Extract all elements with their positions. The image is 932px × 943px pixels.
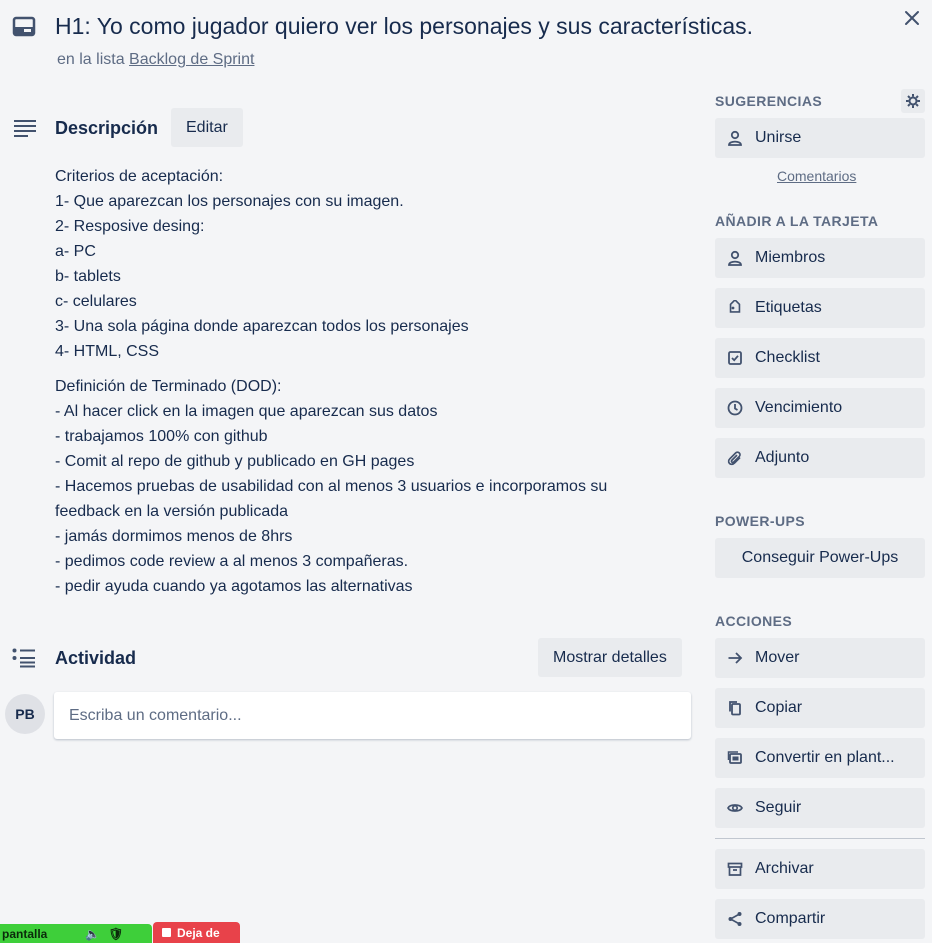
move-label: Mover <box>755 649 800 666</box>
list-link[interactable]: Backlog de Sprint <box>129 51 254 68</box>
edit-description-button[interactable]: Editar <box>171 108 243 147</box>
attachment-button[interactable]: Adjunto <box>715 438 925 478</box>
description-line: c- celulares <box>55 293 137 310</box>
description-line: 1- Que aparezcan los personajes con su i… <box>55 193 404 210</box>
join-label: Unirse <box>755 129 802 146</box>
share-label: Compartir <box>755 910 826 927</box>
clock-icon <box>727 400 743 416</box>
stop-icon <box>162 928 171 937</box>
description-line: 3- Una sola página donde aparezcan todos… <box>55 318 469 335</box>
share-icon <box>727 911 743 927</box>
watch-button[interactable]: Seguir <box>715 788 925 828</box>
description-line: - Comit al repo de github y publicado en… <box>55 453 415 470</box>
due-date-label: Vencimiento <box>755 399 843 416</box>
description-icon <box>13 118 37 138</box>
due-date-button[interactable]: Vencimiento <box>715 388 925 428</box>
card-title[interactable]: H1: Yo como jugador quiero ver los perso… <box>55 13 753 40</box>
share-button[interactable]: Compartir <box>715 899 925 939</box>
description-line: b- tablets <box>55 268 121 285</box>
show-details-button[interactable]: Mostrar detalles <box>538 638 682 677</box>
labels-label: Etiquetas <box>755 299 822 316</box>
description-heading: Descripción <box>55 118 159 138</box>
archive-button[interactable]: Archivar <box>715 849 925 889</box>
description-line: a- PC <box>55 243 96 260</box>
screen-share-status: pantalla <box>2 926 48 941</box>
powerups-heading: POWER-UPS <box>715 513 805 529</box>
description-line: - trabajamos 100% con github <box>55 428 268 445</box>
get-powerups-button[interactable]: Conseguir Power-Ups <box>715 538 925 578</box>
actions-divider <box>715 838 925 839</box>
activity-heading: Actividad <box>55 648 137 668</box>
gear-icon[interactable] <box>901 89 925 113</box>
comment-input[interactable]: Escriba un comentario... <box>54 692 691 739</box>
screen-share-bar: pantalla 🔈 🛡 <box>0 924 152 943</box>
join-button[interactable]: Unirse <box>715 118 925 158</box>
attachment-label: Adjunto <box>755 449 810 466</box>
avatar[interactable]: PB <box>5 694 45 734</box>
add-to-card-heading: AÑADIR A LA TARJETA <box>715 213 879 229</box>
labels-button[interactable]: Etiquetas <box>715 288 925 328</box>
move-button[interactable]: Mover <box>715 638 925 678</box>
speaker-icon[interactable]: 🔈 <box>85 927 100 941</box>
members-label: Miembros <box>755 249 826 266</box>
tag-icon <box>727 300 743 316</box>
checklist-button[interactable]: Checklist <box>715 338 925 378</box>
paperclip-icon <box>727 450 743 466</box>
description-paragraph: Criterios de aceptación: 1- Que aparezcan… <box>55 164 675 364</box>
copy-button[interactable]: Copiar <box>715 688 925 728</box>
description-line: Criterios de aceptación: <box>55 168 224 185</box>
comments-link[interactable]: Comentarios <box>777 168 856 184</box>
actions-heading: ACCIONES <box>715 613 793 629</box>
description-line: - Hacemos pruebas de usabilidad con al m… <box>55 478 608 520</box>
card-icon <box>12 16 38 38</box>
description-line: Definición de Terminado (DOD): <box>55 378 282 395</box>
close-icon[interactable] <box>900 6 924 30</box>
copy-label: Copiar <box>755 699 803 716</box>
description-paragraph: Definición de Terminado (DOD): - Al hacer… <box>55 374 675 599</box>
description-line: - pedimos code review a al menos 3 compa… <box>55 553 409 570</box>
members-button[interactable]: Miembros <box>715 238 925 278</box>
suggestions-heading: SUGERENCIAS <box>715 93 823 109</box>
description-line: 4- HTML, CSS <box>55 343 160 360</box>
description-line: - jamás dormimos menos de 8hrs <box>55 528 293 545</box>
stop-sharing-button[interactable]: Deja de <box>153 922 240 943</box>
eye-icon <box>727 800 743 816</box>
description-text[interactable]: Criterios de aceptación: 1- Que aparezcan… <box>55 164 675 609</box>
archive-icon <box>727 861 743 877</box>
list-prefix: en la lista <box>57 51 125 68</box>
make-template-button[interactable]: Convertir en plant... <box>715 738 925 778</box>
watch-label: Seguir <box>755 799 802 816</box>
template-icon <box>727 750 743 766</box>
description-line: - pedir ayuda cuando ya agotamos las alt… <box>55 578 413 595</box>
checklist-label: Checklist <box>755 349 820 366</box>
description-line: 2- Resposive desing: <box>55 218 205 235</box>
checkbox-icon <box>727 350 743 366</box>
list-info: en la lista Backlog de Sprint <box>57 51 254 69</box>
copy-icon <box>727 700 743 716</box>
arrow-right-icon <box>727 650 743 666</box>
make-template-label: Convertir en plant... <box>755 749 895 766</box>
activity-icon <box>12 648 36 668</box>
stop-sharing-label: Deja de <box>177 925 220 940</box>
person-icon <box>727 130 743 146</box>
shield-icon: 🛡 <box>108 926 124 941</box>
person-icon <box>727 250 743 266</box>
description-line: - Al hacer click en la imagen que aparez… <box>55 403 438 420</box>
archive-label: Archivar <box>755 860 814 877</box>
